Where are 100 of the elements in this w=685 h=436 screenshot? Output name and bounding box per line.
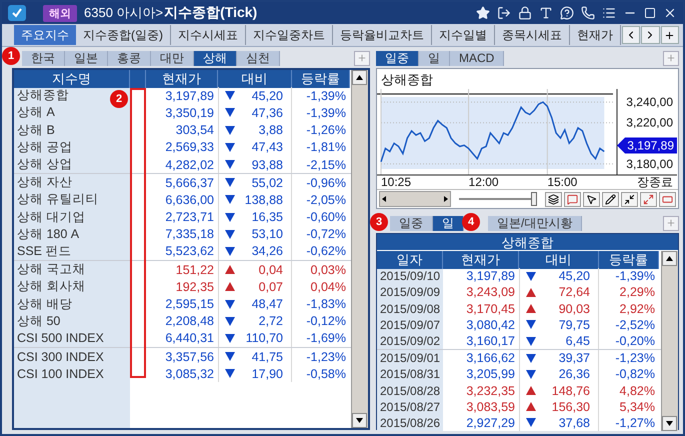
rate-value: -0,12% xyxy=(305,314,347,328)
date-value: 2015/09/09 xyxy=(379,285,440,300)
x-axis-label: 장종료 xyxy=(637,175,673,189)
rate-value: -1,23% xyxy=(614,351,656,366)
main-tab[interactable]: 지수일별 xyxy=(432,25,495,45)
menu-icon[interactable] xyxy=(602,6,616,20)
help-icon[interactable] xyxy=(560,6,574,20)
rate-value: -1,81% xyxy=(305,140,347,154)
change-value: 37,68 xyxy=(558,416,591,430)
price-value: 3,080,42 xyxy=(465,318,516,332)
rate-value: -0,58% xyxy=(305,366,347,381)
rate-value: -0,72% xyxy=(305,227,347,242)
slider-thumb[interactable] xyxy=(531,192,537,206)
region-tab[interactable]: 한국 xyxy=(22,50,65,66)
rate-value: 0,04% xyxy=(310,280,347,294)
left-arrow-icon xyxy=(380,193,388,205)
export-icon[interactable] xyxy=(497,6,511,20)
close-icon[interactable] xyxy=(663,6,677,20)
index-name: 상해 배당 xyxy=(16,296,72,313)
chart-scrollbar[interactable] xyxy=(379,191,451,207)
date-value: 2015/08/27 xyxy=(379,400,440,414)
daily-tab[interactable]: 일본/대만시황 xyxy=(488,216,582,230)
scrollbar[interactable] xyxy=(661,251,678,432)
date-value: 2015/09/07 xyxy=(379,318,440,332)
star-icon[interactable] xyxy=(476,6,490,20)
main-tab[interactable]: 종목시세표 xyxy=(495,25,570,45)
price-value: 192,35 xyxy=(174,280,215,294)
pointer-button[interactable] xyxy=(583,192,600,206)
lock-icon[interactable] xyxy=(518,6,532,20)
callout-marker: 1 xyxy=(2,47,20,65)
region-tab[interactable]: 홍콩 xyxy=(108,50,151,66)
pencil-button[interactable] xyxy=(602,192,619,206)
column-header: 대비 xyxy=(519,251,599,269)
add-tab-button[interactable] xyxy=(660,26,679,44)
price-value: 2,208,48 xyxy=(164,314,215,328)
next-tab-button[interactable] xyxy=(641,26,660,44)
rate-value: -1,39% xyxy=(305,106,347,120)
price-value: 3,232,35 xyxy=(465,384,516,398)
phone-icon[interactable] xyxy=(581,6,595,20)
scrollbar[interactable] xyxy=(351,70,368,428)
main-tab[interactable]: 지수시세표 xyxy=(171,25,246,45)
price-value: 2,569,33 xyxy=(164,140,215,154)
change-value: 47,43 xyxy=(252,140,284,154)
blank-column-header xyxy=(130,70,146,88)
scroll-up-button[interactable] xyxy=(662,251,677,266)
rate-value: -1,39% xyxy=(614,269,656,284)
font-icon[interactable] xyxy=(539,6,553,20)
scroll-down-button[interactable] xyxy=(662,416,677,432)
callout-marker: 4 xyxy=(462,213,480,231)
scroll-down-button[interactable] xyxy=(352,413,367,428)
maximize-icon[interactable] xyxy=(644,7,656,19)
daily-tab[interactable]: 일 xyxy=(433,216,464,230)
index-name: 상해 B xyxy=(16,122,55,139)
plus-icon xyxy=(666,53,676,63)
x-axis-label: 12:00 xyxy=(468,175,499,189)
chart-tab[interactable]: MACD xyxy=(450,50,504,66)
price-value: 7,335,18 xyxy=(164,227,215,242)
main-tab[interactable]: 주요지수 xyxy=(14,25,76,45)
zoom-out-button[interactable] xyxy=(621,192,638,206)
rate-value: -0,62% xyxy=(305,244,347,258)
previous-tab-button[interactable] xyxy=(622,26,640,44)
zoom-slider[interactable] xyxy=(459,192,537,206)
index-name: 상해 유틸리티 xyxy=(16,191,98,208)
index-name: 상해 대기업 xyxy=(16,208,86,226)
main-tab[interactable]: 등락율비교차트 xyxy=(333,25,432,45)
region-tab[interactable]: 심천 xyxy=(237,50,280,66)
change-value: 156,30 xyxy=(552,400,591,414)
main-tab[interactable]: 지수종합(일중) xyxy=(76,25,171,45)
region-tab[interactable]: 대만 xyxy=(151,50,194,66)
scroll-up-button[interactable] xyxy=(352,70,367,85)
daily-tab[interactable]: 일중 xyxy=(390,216,433,230)
fit-button[interactable] xyxy=(659,192,676,206)
date-value: 2015/09/02 xyxy=(379,334,440,348)
table-title: 상해종합 xyxy=(377,234,678,251)
date-value: 2015/08/31 xyxy=(379,367,440,382)
layers-button[interactable] xyxy=(545,192,562,206)
change-value: 6,45 xyxy=(566,334,591,348)
rate-value: -1,39% xyxy=(305,88,347,103)
comment-button[interactable] xyxy=(564,192,581,206)
main-tab[interactable]: 지수일중차트 xyxy=(246,25,333,45)
region-tab[interactable]: 상해 xyxy=(194,50,237,66)
column-header: 현재가 xyxy=(146,70,218,88)
price-value: 3,357,56 xyxy=(164,350,215,364)
zoom-in-button[interactable] xyxy=(640,192,657,206)
column-header: 등락률 xyxy=(599,251,659,269)
index-name: CSI 300 INDEX xyxy=(16,350,104,364)
price-value: 6,440,31 xyxy=(164,331,215,346)
screen-code: 6350 아시아> xyxy=(84,4,164,22)
pencil-icon xyxy=(605,194,616,204)
region-tab[interactable]: 일본 xyxy=(65,50,108,66)
chart-tab[interactable]: 일중 xyxy=(376,50,419,66)
y-axis-label: 3,180,00 xyxy=(626,156,673,171)
pointer-icon xyxy=(586,194,597,204)
chart-tab[interactable]: 일 xyxy=(419,50,450,66)
main-tab[interactable]: 현재가 xyxy=(570,25,621,45)
price-value: 3,166,62 xyxy=(465,351,516,366)
change-value: 16,35 xyxy=(252,210,284,224)
change-value: 79,75 xyxy=(558,318,591,332)
plus-icon xyxy=(664,30,676,40)
price-value: 5,523,62 xyxy=(164,244,215,258)
